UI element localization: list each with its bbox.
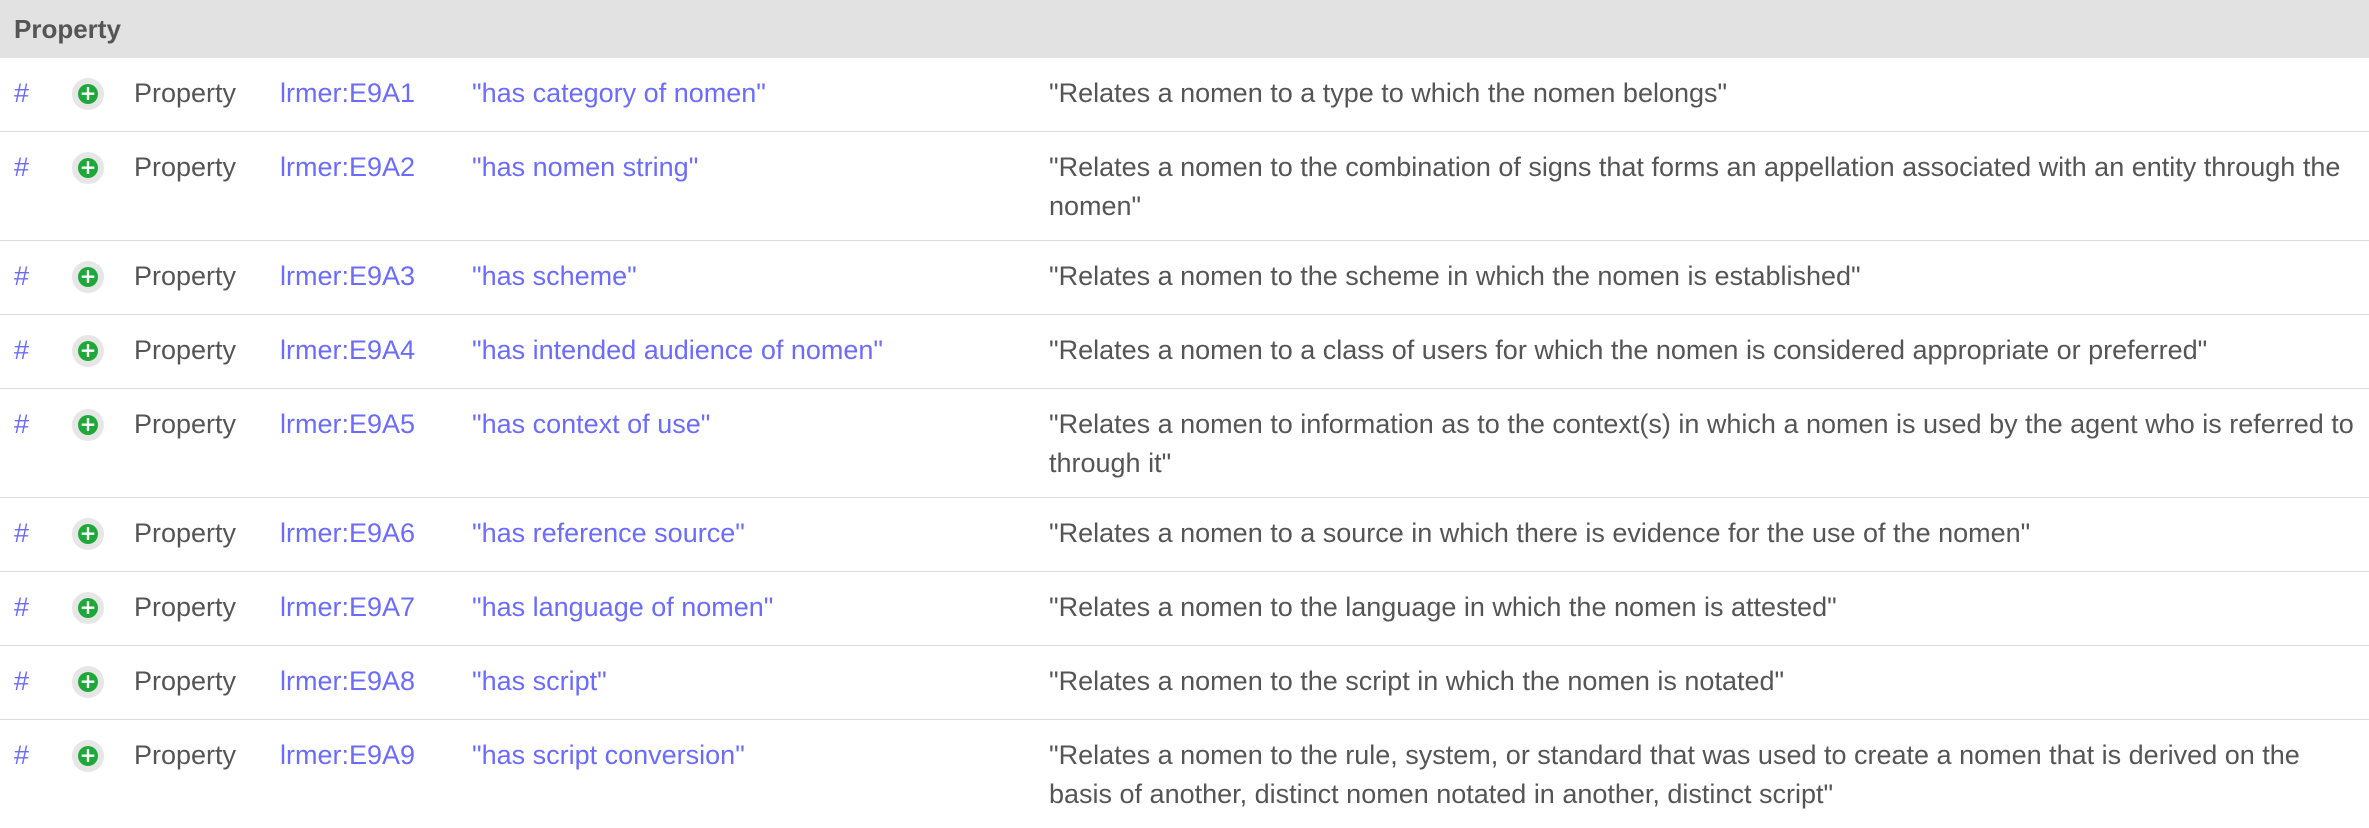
property-id-link[interactable]: lrmer:E9A5	[280, 409, 415, 439]
table-row: # Property lrmer:E9A3 "has scheme" "Rela…	[0, 241, 2369, 315]
plus-circle-icon[interactable]	[72, 78, 104, 110]
plus-circle-icon[interactable]	[72, 666, 104, 698]
property-table-body: # Property lrmer:E9A1 "has category of n…	[0, 58, 2369, 828]
property-table: # Property lrmer:E9A1 "has category of n…	[0, 58, 2369, 828]
row-type: Property	[134, 740, 236, 770]
property-description: "Relates a nomen to information as to th…	[1049, 409, 2354, 478]
property-description: "Relates a nomen to a type to which the …	[1049, 78, 1727, 108]
property-label-link[interactable]: "has context of use"	[472, 409, 710, 439]
property-label-link[interactable]: "has reference source"	[472, 518, 745, 548]
anchor-link[interactable]: #	[14, 666, 29, 696]
property-id-link[interactable]: lrmer:E9A2	[280, 152, 415, 182]
row-type: Property	[134, 592, 236, 622]
property-label-link[interactable]: "has language of nomen"	[472, 592, 773, 622]
property-description: "Relates a nomen to the language in whic…	[1049, 592, 1837, 622]
plus-circle-icon[interactable]	[72, 592, 104, 624]
table-row: # Property lrmer:E9A4 "has intended audi…	[0, 315, 2369, 389]
property-label-link[interactable]: "has script conversion"	[472, 740, 745, 770]
table-row: # Property lrmer:E9A5 "has context of us…	[0, 389, 2369, 498]
property-id-link[interactable]: lrmer:E9A4	[280, 335, 415, 365]
plus-circle-icon[interactable]	[72, 740, 104, 772]
plus-circle-icon[interactable]	[72, 335, 104, 367]
row-type: Property	[134, 78, 236, 108]
table-row: # Property lrmer:E9A7 "has language of n…	[0, 572, 2369, 646]
plus-circle-icon[interactable]	[72, 261, 104, 293]
section-title: Property	[14, 14, 121, 45]
plus-circle-icon[interactable]	[72, 152, 104, 184]
table-row: # Property lrmer:E9A1 "has category of n…	[0, 58, 2369, 132]
anchor-link[interactable]: #	[14, 409, 29, 439]
table-row: # Property lrmer:E9A8 "has script" "Rela…	[0, 646, 2369, 720]
property-description: "Relates a nomen to the combination of s…	[1049, 152, 2340, 221]
property-id-link[interactable]: lrmer:E9A6	[280, 518, 415, 548]
anchor-link[interactable]: #	[14, 261, 29, 291]
anchor-link[interactable]: #	[14, 335, 29, 365]
table-row: # Property lrmer:E9A6 "has reference sou…	[0, 498, 2369, 572]
table-row: # Property lrmer:E9A2 "has nomen string"…	[0, 132, 2369, 241]
row-type: Property	[134, 335, 236, 365]
property-label-link[interactable]: "has category of nomen"	[472, 78, 766, 108]
row-type: Property	[134, 261, 236, 291]
property-description: "Relates a nomen to the script in which …	[1049, 666, 1784, 696]
property-description: "Relates a nomen to the scheme in which …	[1049, 261, 1861, 291]
property-label-link[interactable]: "has script"	[472, 666, 607, 696]
property-id-link[interactable]: lrmer:E9A3	[280, 261, 415, 291]
table-row: # Property lrmer:E9A9 "has script conver…	[0, 720, 2369, 828]
property-label-link[interactable]: "has intended audience of nomen"	[472, 335, 883, 365]
anchor-link[interactable]: #	[14, 592, 29, 622]
property-id-link[interactable]: lrmer:E9A1	[280, 78, 415, 108]
plus-circle-icon[interactable]	[72, 409, 104, 441]
row-type: Property	[134, 152, 236, 182]
property-id-link[interactable]: lrmer:E9A7	[280, 592, 415, 622]
row-type: Property	[134, 409, 236, 439]
row-type: Property	[134, 666, 236, 696]
anchor-link[interactable]: #	[14, 740, 29, 770]
anchor-link[interactable]: #	[14, 78, 29, 108]
property-description: "Relates a nomen to a source in which th…	[1049, 518, 2030, 548]
property-description: "Relates a nomen to a class of users for…	[1049, 335, 2207, 365]
property-id-link[interactable]: lrmer:E9A8	[280, 666, 415, 696]
anchor-link[interactable]: #	[14, 518, 29, 548]
property-label-link[interactable]: "has nomen string"	[472, 152, 698, 182]
section-header: Property	[0, 0, 2369, 58]
property-label-link[interactable]: "has scheme"	[472, 261, 637, 291]
anchor-link[interactable]: #	[14, 152, 29, 182]
row-type: Property	[134, 518, 236, 548]
property-description: "Relates a nomen to the rule, system, or…	[1049, 740, 2300, 809]
plus-circle-icon[interactable]	[72, 518, 104, 550]
property-id-link[interactable]: lrmer:E9A9	[280, 740, 415, 770]
